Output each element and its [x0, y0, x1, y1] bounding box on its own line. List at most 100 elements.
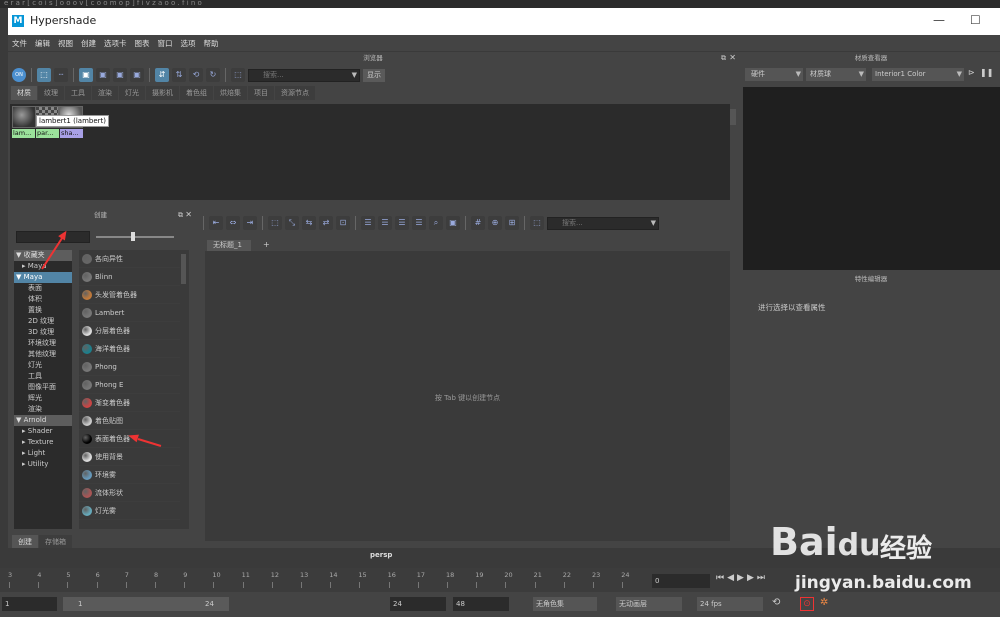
- tree-item[interactable]: 置换: [14, 305, 72, 316]
- fps-select[interactable]: 24 fps: [697, 597, 763, 611]
- clear-graph-icon[interactable]: ⤡: [285, 216, 299, 230]
- icon-size-slider[interactable]: [96, 236, 174, 238]
- swatch-toggle-icon[interactable]: ▣: [446, 216, 460, 230]
- io-connections-icon[interactable]: ⇔: [226, 216, 240, 230]
- browser-tab-1[interactable]: 纹理: [38, 86, 64, 100]
- rearrange-icon[interactable]: ⇄: [319, 216, 333, 230]
- tree-item[interactable]: 工具: [14, 371, 72, 382]
- node-list-item[interactable]: 着色贴图: [79, 412, 180, 430]
- tree-item[interactable]: 3D 纹理: [14, 327, 72, 338]
- snap-icon[interactable]: ⊕: [488, 216, 502, 230]
- grid-view-icon[interactable]: ▣: [79, 68, 93, 82]
- menu-item-6[interactable]: 窗口: [154, 35, 177, 49]
- autokey-icon[interactable]: ⊙: [800, 597, 814, 611]
- float-icon[interactable]: ⧉: [721, 54, 726, 63]
- view-medium-icon[interactable]: ▣: [113, 68, 127, 82]
- grid-icon[interactable]: #: [471, 216, 485, 230]
- frame-selected-icon[interactable]: ⬚: [268, 216, 282, 230]
- input-connections-icon[interactable]: ⇤: [209, 216, 223, 230]
- browser-tab-2[interactable]: 工具: [65, 86, 91, 100]
- lambert-swatch[interactable]: [12, 106, 36, 128]
- connected-mode-icon[interactable]: ☰: [378, 216, 392, 230]
- node-list-item[interactable]: 头发管着色器: [79, 286, 180, 304]
- sort-time-icon[interactable]: ⟲: [189, 68, 203, 82]
- create-filter-input[interactable]: [16, 231, 90, 243]
- tree-item[interactable]: 环境纹理: [14, 338, 72, 349]
- select-icon[interactable]: ⬚: [231, 68, 245, 82]
- menu-item-5[interactable]: 图表: [131, 35, 154, 49]
- browser-search-input[interactable]: 搜索... ▼: [248, 68, 360, 82]
- remove-selected-icon[interactable]: ⇆: [302, 216, 316, 230]
- range-end-field[interactable]: 24: [390, 597, 446, 611]
- menu-item-3[interactable]: 创建: [77, 35, 100, 49]
- render-icon[interactable]: ⊳: [968, 68, 975, 77]
- anim-end-field[interactable]: 48: [453, 597, 509, 611]
- browser-tab-9[interactable]: 资源节点: [275, 86, 315, 100]
- tree-item[interactable]: 2D 纹理: [14, 316, 72, 327]
- tree-item[interactable]: 图像平面: [14, 382, 72, 393]
- browser-tab-7[interactable]: 烘焙集: [214, 86, 247, 100]
- on-icon[interactable]: ON: [12, 68, 26, 82]
- tree-item[interactable]: 灯光: [14, 360, 72, 371]
- close-icon[interactable]: ✕: [729, 53, 736, 62]
- tree-item[interactable]: ▸ Utility: [14, 459, 72, 470]
- node-list-scrollbar[interactable]: [181, 254, 186, 284]
- node-list-item[interactable]: 分层着色器: [79, 322, 180, 340]
- browser-tab-6[interactable]: 着色组: [180, 86, 213, 100]
- tree-item[interactable]: 体积: [14, 294, 72, 305]
- icon-size-slider-handle[interactable]: [131, 232, 135, 241]
- tree-item[interactable]: 辉光: [14, 393, 72, 404]
- dash-icon[interactable]: ┄: [54, 68, 68, 82]
- loop-icon[interactable]: ⟲: [772, 597, 780, 608]
- menu-item-8[interactable]: 帮助: [200, 35, 223, 49]
- graph-tab[interactable]: 无标题_1: [207, 240, 251, 251]
- layout-icon[interactable]: ⊡: [336, 216, 350, 230]
- create-float-icon[interactable]: ⧉: [178, 211, 183, 220]
- refresh-icon[interactable]: ↻: [206, 68, 220, 82]
- zoom-icon[interactable]: ⌕: [429, 216, 443, 230]
- browser-scrollbar[interactable]: [730, 109, 736, 125]
- tree-item[interactable]: ▸ Texture: [14, 437, 72, 448]
- full-mode-icon[interactable]: ☰: [395, 216, 409, 230]
- sort-az-icon[interactable]: ⇵: [155, 68, 169, 82]
- environment-select[interactable]: Interior1 Color ▼: [872, 68, 964, 81]
- maximize-icon[interactable]: ☐: [970, 13, 981, 27]
- character-set-select[interactable]: 无角色集: [533, 597, 597, 611]
- node-graph-area[interactable]: 按 Tab 键以创建节点: [205, 251, 730, 541]
- settings-icon[interactable]: ✲: [820, 597, 828, 608]
- minimize-icon[interactable]: —: [933, 13, 945, 27]
- browser-tab-5[interactable]: 摄影机: [146, 86, 179, 100]
- node-list-item[interactable]: 使用背景: [79, 448, 180, 466]
- playback-controls[interactable]: ⏮︎◀︎▶︎▶︎⏭︎: [716, 573, 768, 583]
- anim-layer-select[interactable]: 无动画层: [616, 597, 682, 611]
- node-list-item[interactable]: 各向异性: [79, 250, 180, 268]
- browser-tab-8[interactable]: 项目: [248, 86, 274, 100]
- range-start-field[interactable]: 1: [2, 597, 57, 611]
- current-frame-field[interactable]: 0: [652, 574, 710, 588]
- create-tab-0[interactable]: 创建: [12, 535, 38, 549]
- snap-grid-icon[interactable]: ⊞: [505, 216, 519, 230]
- browser-tab-3[interactable]: 渲染: [92, 86, 118, 100]
- node-list-item[interactable]: 灯光雾: [79, 502, 180, 520]
- simple-mode-icon[interactable]: ☰: [361, 216, 375, 230]
- create-close-icon[interactable]: ✕: [185, 210, 192, 219]
- custom-mode-icon[interactable]: ☰: [412, 216, 426, 230]
- tree-item[interactable]: 其他纹理: [14, 349, 72, 360]
- tree-item[interactable]: ▼ 收藏夹: [14, 250, 72, 261]
- sort-type-icon[interactable]: ⇅: [172, 68, 186, 82]
- create-tab-1[interactable]: 存储箱: [39, 535, 72, 549]
- show-button[interactable]: 显示: [363, 68, 385, 82]
- node-list-item[interactable]: Lambert: [79, 304, 180, 322]
- node-list-item[interactable]: Blinn: [79, 268, 180, 286]
- tree-item[interactable]: ▼ Arnold: [14, 415, 72, 426]
- graph-select-icon[interactable]: ⬚: [530, 216, 544, 230]
- menu-item-7[interactable]: 选项: [177, 35, 200, 49]
- add-tab-button[interactable]: +: [263, 240, 270, 249]
- frame-all-icon[interactable]: ⬚: [37, 68, 51, 82]
- node-list-item[interactable]: Phong E: [79, 376, 180, 394]
- pause-icon[interactable]: ❚❚: [980, 68, 993, 77]
- menu-item-4[interactable]: 选项卡: [100, 35, 131, 49]
- view-small-icon[interactable]: ▣: [130, 68, 144, 82]
- menu-item-1[interactable]: 编辑: [31, 35, 54, 49]
- node-list-item[interactable]: 环境雾: [79, 466, 180, 484]
